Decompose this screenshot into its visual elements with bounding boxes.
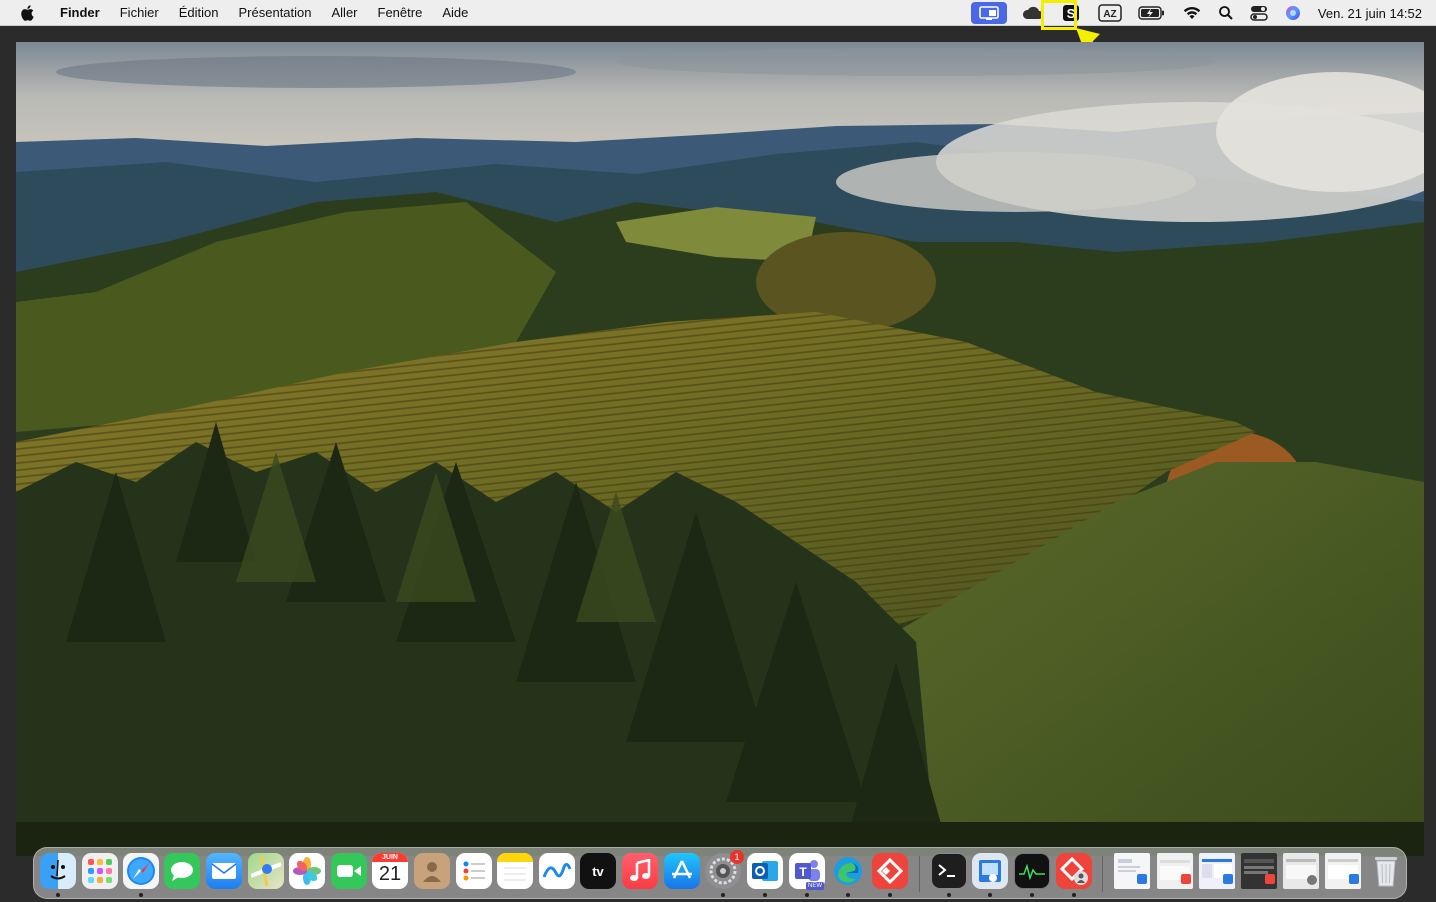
desktop-wallpaper [16, 42, 1424, 856]
dock-anydesk-admin-icon[interactable] [1056, 853, 1092, 889]
dock-minimized-window[interactable] [1283, 853, 1319, 889]
dock-maps-icon[interactable] [248, 853, 284, 889]
dock-calendar-icon[interactable]: JUIN 21 [372, 853, 408, 889]
dock-minimized-window[interactable] [1325, 853, 1361, 889]
dock-separator [1102, 856, 1103, 892]
dock-minimized-window[interactable] [1241, 853, 1277, 889]
dock-preview-icon[interactable] [972, 853, 1008, 889]
dock-appletv-icon[interactable]: tv [580, 853, 616, 889]
dock-running-indicator [888, 893, 892, 897]
dock-running-indicator [1072, 893, 1076, 897]
dock-edge-icon[interactable] [830, 853, 866, 889]
menubar-clock[interactable]: Ven. 21 juin 14:52 [1318, 6, 1422, 21]
dock-running-indicator [763, 893, 767, 897]
dock-minimized-window[interactable] [1199, 853, 1235, 889]
dock-activity-monitor-icon[interactable] [1014, 853, 1050, 889]
svg-text:T: T [799, 865, 807, 879]
menu-fichier[interactable]: Fichier [110, 0, 169, 26]
dock-notes-icon[interactable] [497, 853, 533, 889]
control-center-icon[interactable] [1249, 2, 1269, 24]
menu-aller[interactable]: Aller [322, 0, 368, 26]
dock-contacts-icon[interactable] [414, 853, 450, 889]
landscape-image [16, 42, 1424, 856]
dock: JUIN 21 tv 1 T NEW [33, 847, 1407, 899]
menu-edition[interactable]: Édition [169, 0, 229, 26]
calendar-month-label: JUIN [372, 853, 408, 862]
menu-app-name[interactable]: Finder [50, 0, 110, 26]
menu-bar: Finder Fichier Édition Présentation Alle… [0, 0, 1436, 26]
dock-running-indicator [846, 893, 850, 897]
dock-launchpad-icon[interactable] [82, 853, 118, 889]
siri-icon[interactable] [1283, 2, 1303, 24]
dock-safari-icon[interactable] [123, 853, 159, 889]
dock-running-indicator [1030, 893, 1034, 897]
teams-new-badge: NEW [806, 882, 824, 890]
dock-terminal-icon[interactable] [931, 853, 967, 889]
dock-separator [919, 856, 920, 892]
dock-anydesk-icon[interactable] [872, 853, 908, 889]
dock-running-indicator [139, 893, 143, 897]
dock-running-indicator [721, 893, 725, 897]
svg-text:AZ: AZ [1103, 9, 1116, 20]
dock-appstore-icon[interactable] [664, 853, 700, 889]
menu-presentation[interactable]: Présentation [229, 0, 322, 26]
dock-facetime-icon[interactable] [331, 853, 367, 889]
dock-minimized-window[interactable] [1114, 853, 1150, 889]
dock-running-indicator [988, 893, 992, 897]
dock-messages-icon[interactable] [164, 853, 200, 889]
appletv-label: tv [592, 863, 604, 879]
calendar-day-label: 21 [378, 863, 402, 885]
dock-running-indicator [947, 893, 951, 897]
apple-menu-icon[interactable] [16, 2, 38, 24]
menu-aide[interactable]: Aide [432, 0, 478, 26]
dock-running-indicator [805, 893, 809, 897]
dock-minimized-window[interactable] [1157, 853, 1193, 889]
dock-music-icon[interactable] [622, 853, 658, 889]
dock-running-indicator [56, 893, 60, 897]
spotlight-search-icon[interactable] [1217, 2, 1235, 24]
dock-outlook-icon[interactable] [747, 853, 783, 889]
dock-photos-icon[interactable] [289, 853, 325, 889]
dock-finder-icon[interactable] [40, 853, 76, 889]
wifi-icon[interactable] [1181, 2, 1203, 24]
dock-reminders-icon[interactable] [456, 853, 492, 889]
menu-fenetre[interactable]: Fenêtre [368, 0, 433, 26]
dock-mail-icon[interactable] [206, 853, 242, 889]
keyboard-az-icon[interactable]: AZ [1097, 2, 1123, 24]
dock-freeform-icon[interactable] [539, 853, 575, 889]
status-area: S AZ Ven. 21 juin 14:52 [964, 0, 1436, 26]
dock-trash-icon[interactable] [1368, 853, 1404, 889]
screen-mirroring-icon[interactable] [970, 2, 1007, 24]
battery-charging-icon[interactable] [1137, 2, 1167, 24]
settings-notification-badge: 1 [730, 850, 744, 864]
